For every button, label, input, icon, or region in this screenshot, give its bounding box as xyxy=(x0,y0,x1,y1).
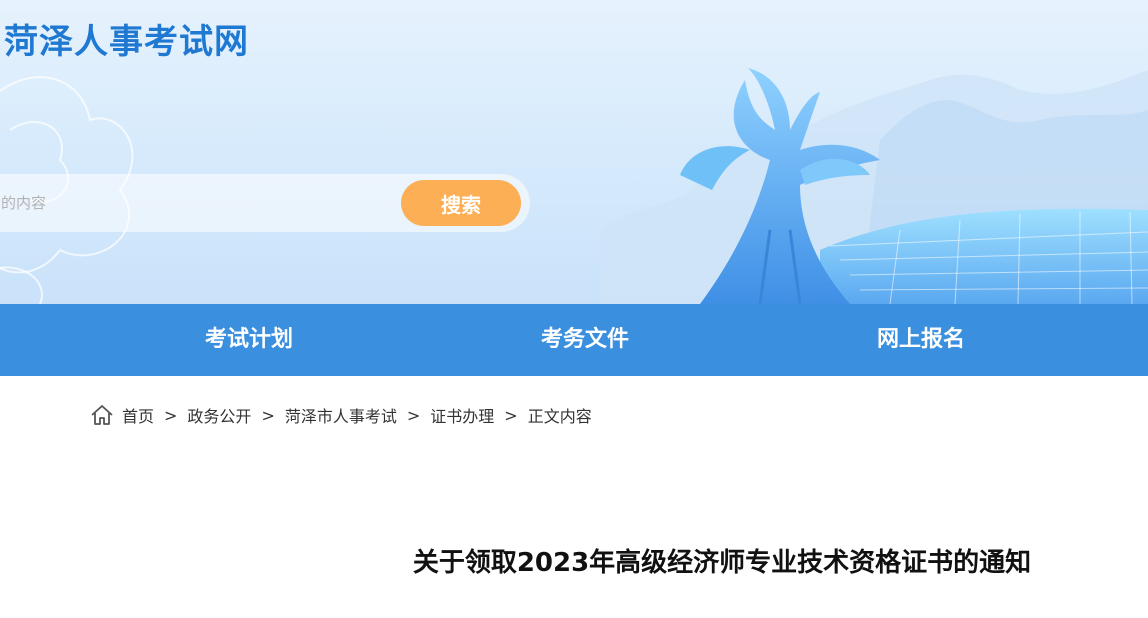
breadcrumb: 首页 > 政务公开 > 菏泽市人事考试 > 证书办理 > 正文内容 xyxy=(90,402,592,428)
breadcrumb-certificate[interactable]: 证书办理 xyxy=(430,403,494,427)
breadcrumb-heze-exam[interactable]: 菏泽市人事考试 xyxy=(285,403,397,427)
article-title: 关于领取2023年高级经济师专业技术资格证书的通知 xyxy=(412,548,1032,578)
nav-item-online-registration[interactable]: 网上报名 xyxy=(877,304,965,376)
breadcrumb-separator: > xyxy=(261,405,275,425)
breadcrumb-separator: > xyxy=(504,405,518,425)
breadcrumb-government-affairs[interactable]: 政务公开 xyxy=(187,403,251,427)
home-icon[interactable] xyxy=(90,404,114,426)
nav-item-exam-documents[interactable]: 考务文件 xyxy=(541,304,629,376)
breadcrumb-separator: > xyxy=(164,405,178,425)
search-button[interactable]: 搜索 xyxy=(401,180,521,226)
breadcrumb-current: 正文内容 xyxy=(527,407,592,426)
main-nav: 考试计划 考务文件 网上报名 xyxy=(0,304,1148,376)
breadcrumb-separator: > xyxy=(406,405,421,425)
breadcrumb-home[interactable]: 首页 xyxy=(122,403,154,427)
site-title[interactable]: 菏泽人事考试网 xyxy=(4,14,249,63)
nav-item-exam-plan[interactable]: 考试计划 xyxy=(205,304,293,376)
header-banner: 菏泽人事考试网 搜索 xyxy=(0,0,1148,304)
search-input[interactable] xyxy=(0,182,390,224)
